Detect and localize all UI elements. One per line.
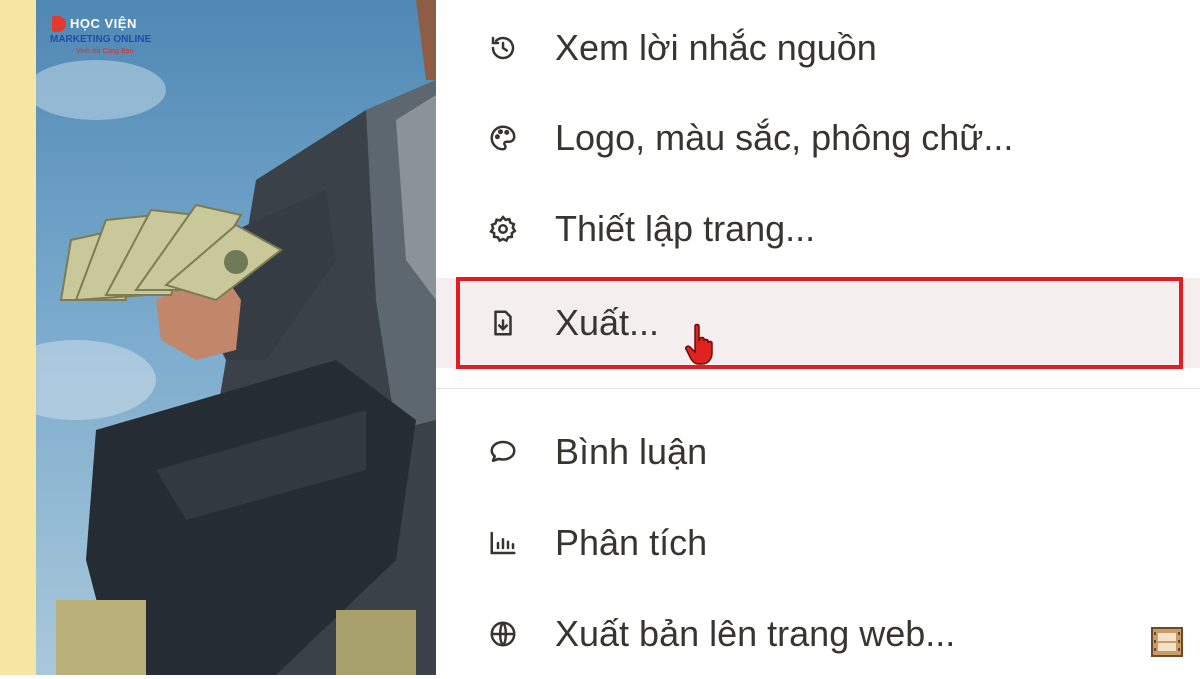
brand-line-1: HỌC VIỆN	[70, 16, 137, 31]
menu-item-publish-web[interactable]: Xuất bản lên trang web...	[436, 589, 1200, 679]
film-strip-icon	[1151, 627, 1183, 657]
menu-item-label: Xuất bản lên trang web...	[555, 613, 956, 654]
menu-item-analytics[interactable]: Phân tích	[436, 498, 1200, 588]
menu-item-page-setup[interactable]: Thiết lập trang...	[436, 184, 1200, 274]
logo-mark-icon	[52, 16, 66, 32]
globe-icon	[488, 619, 518, 649]
brand-logo: HỌC VIỆN MARKETING ONLINE Vinh Xô Cùng B…	[46, 12, 156, 60]
menu-item-label: Thiết lập trang...	[555, 208, 816, 249]
brand-line-3: Vinh Xô Cùng Bạn	[76, 48, 134, 55]
history-icon	[488, 33, 518, 63]
hand-cursor-icon	[683, 322, 723, 368]
gear-icon	[488, 214, 518, 244]
menu-item-comments[interactable]: Bình luận	[436, 407, 1200, 497]
menu-item-view-source-prompt[interactable]: Xem lời nhắc nguồn	[436, 3, 1200, 93]
menu-item-label: Bình luận	[555, 431, 708, 472]
yellow-side-strip	[0, 0, 36, 675]
menu-item-label: Phân tích	[555, 522, 708, 563]
highlight-box	[456, 277, 1183, 369]
bar-chart-icon	[488, 528, 518, 558]
comment-icon	[488, 437, 518, 467]
menu-item-label: Logo, màu sắc, phông chữ...	[555, 117, 1014, 158]
palette-icon	[488, 123, 518, 153]
menu-item-label: Xem lời nhắc nguồn	[555, 27, 877, 68]
menu-divider	[436, 388, 1200, 389]
background-photo: HỌC VIỆN MARKETING ONLINE Vinh Xô Cùng B…	[36, 0, 436, 675]
menu-item-brand-settings[interactable]: Logo, màu sắc, phông chữ...	[436, 93, 1200, 183]
brand-line-2: MARKETING ONLINE	[50, 34, 152, 45]
